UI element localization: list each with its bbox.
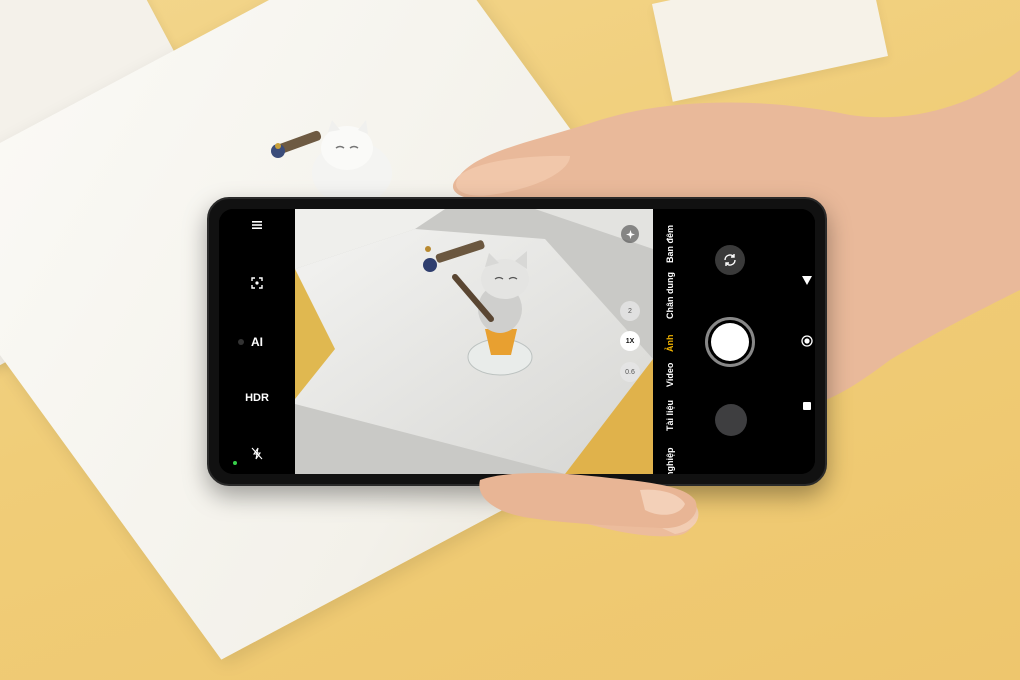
sparkle-icon[interactable] — [621, 225, 639, 243]
zoom-1x-button[interactable]: 1X — [620, 331, 640, 351]
shutter-inner — [711, 323, 749, 361]
viewfinder-image — [295, 209, 653, 474]
camera-screen: AI HDR 2 1X 0.6 nghiệp Tài liệu Video Ản… — [219, 209, 815, 474]
background-figurine — [271, 120, 392, 205]
triangle-back-icon[interactable] — [801, 273, 813, 291]
thumb — [479, 473, 697, 529]
gallery-thumbnail[interactable] — [715, 404, 747, 436]
zoom-0.6x-button[interactable]: 0.6 — [620, 362, 640, 382]
camera-right-controls: nghiệp Tài liệu Video Ảnh Chân dung Ban … — [653, 209, 815, 474]
mode-document[interactable]: Tài liệu — [665, 400, 675, 431]
circle-home-icon[interactable] — [801, 334, 813, 352]
mode-portrait[interactable]: Chân dung — [665, 272, 675, 319]
mode-video[interactable]: Video — [665, 363, 675, 387]
square-recents-icon[interactable] — [801, 399, 813, 417]
menu-icon[interactable] — [219, 219, 295, 234]
switch-camera-icon[interactable] — [715, 245, 745, 275]
phone: AI HDR 2 1X 0.6 nghiệp Tài liệu Video Ản… — [207, 197, 827, 486]
ai-toggle[interactable]: AI — [219, 335, 295, 349]
camera-left-toolbar: AI HDR — [219, 209, 295, 474]
scan-icon[interactable] — [219, 277, 295, 292]
camera-viewfinder[interactable]: 2 1X 0.6 — [295, 209, 653, 474]
hdr-toggle[interactable]: HDR — [219, 392, 295, 404]
mode-photo[interactable]: Ảnh — [665, 335, 675, 353]
zoom-2x-button[interactable]: 2 — [620, 301, 640, 321]
shutter-button[interactable] — [705, 317, 755, 367]
status-dot — [233, 461, 237, 465]
mode-night[interactable]: Ban đêm — [665, 225, 675, 263]
flash-off-icon[interactable] — [219, 447, 295, 463]
